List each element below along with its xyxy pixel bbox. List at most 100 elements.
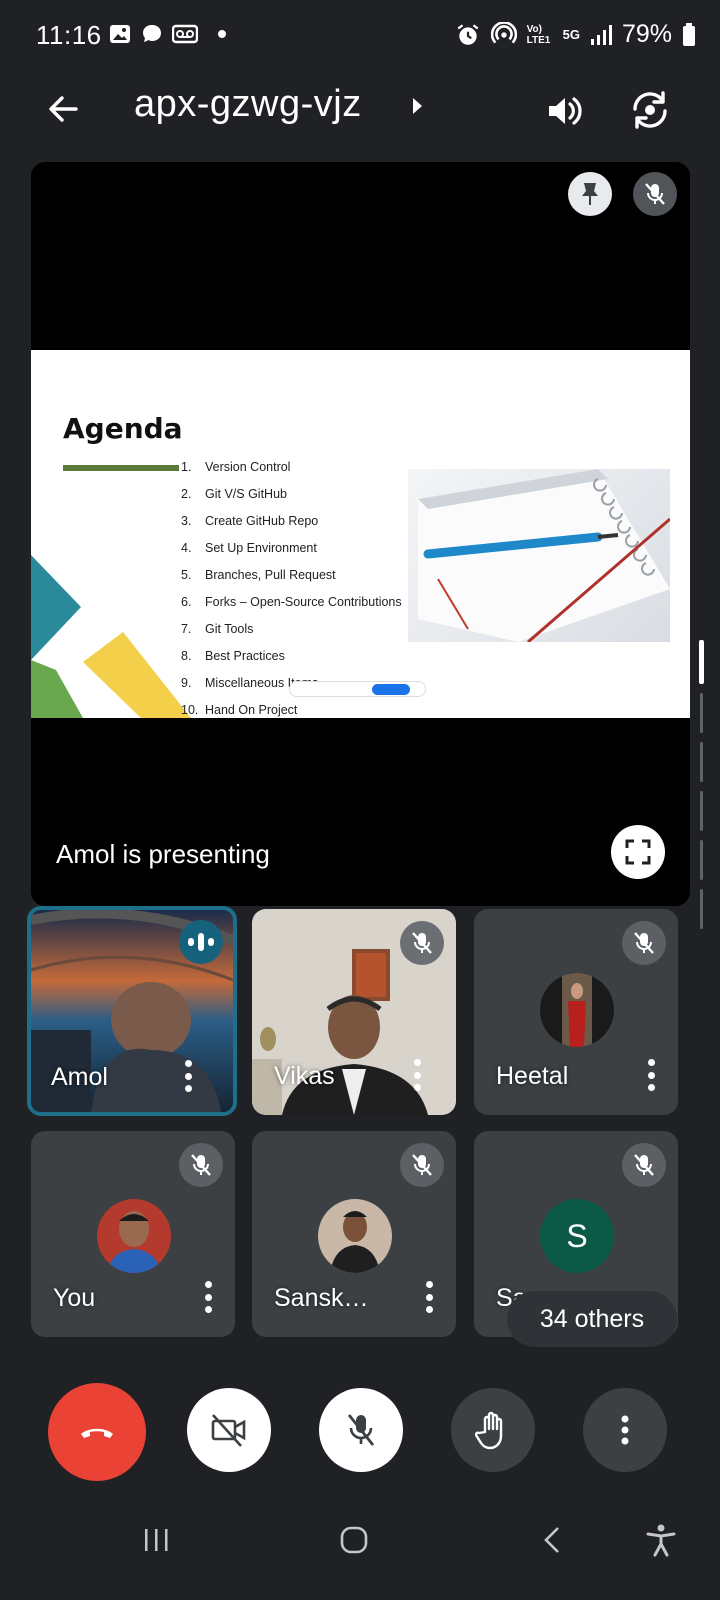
presenter-muted-indicator	[633, 172, 677, 216]
fullscreen-button[interactable]	[611, 825, 665, 879]
speaking-indicator	[179, 920, 223, 964]
raise-hand-icon	[475, 1411, 503, 1450]
camera-off-icon	[211, 1414, 246, 1447]
switch-camera-icon	[633, 91, 667, 129]
volte-icon: Vo) LTE1	[526, 23, 551, 46]
embedded-notification-button	[372, 684, 410, 695]
page-scroll-indicator[interactable]	[698, 640, 704, 938]
accessibility-icon	[646, 1524, 676, 1557]
participant-name: You	[53, 1284, 96, 1312]
battery-icon	[683, 22, 695, 46]
participant-tile-sansk[interactable]: Sansk…	[252, 1131, 456, 1337]
camera-toggle-button[interactable]	[187, 1388, 271, 1472]
agenda-item: 10. Hand On Project	[181, 697, 402, 718]
agenda-item: 1. Version Control	[181, 454, 402, 481]
agenda-number: 8.	[181, 649, 192, 663]
recent-apps-button[interactable]	[142, 1527, 172, 1558]
arrow-left-icon	[49, 96, 78, 122]
agenda-text: Hand On Project	[205, 703, 298, 717]
scroll-segment	[699, 791, 703, 831]
agenda-text: Branches, Pull Request	[205, 568, 336, 582]
mic-off-icon	[634, 1154, 654, 1176]
agenda-item: 5. Branches, Pull Request	[181, 562, 402, 589]
participant-tile-vikas[interactable]: Vikas	[252, 909, 456, 1115]
microphone-toggle-button[interactable]	[319, 1388, 403, 1472]
agenda-number: 6.	[181, 595, 192, 609]
shared-slide: Agenda 1. Version Control 2. Git V/S GitHu…	[31, 350, 690, 718]
participant-tile-heetal[interactable]: Heetal	[474, 909, 678, 1115]
pin-button[interactable]	[568, 172, 612, 216]
agenda-item: 6. Forks – Open-Source Contributions	[181, 589, 402, 616]
home-button[interactable]	[339, 1525, 369, 1560]
agenda-list: 1. Version Control 2. Git V/S GitHub 3. Cre…	[181, 454, 402, 718]
agenda-item: 7. Git Tools	[181, 616, 402, 643]
speaker-button[interactable]	[543, 89, 587, 133]
meeting-code[interactable]: apx-gzwg-vjz	[134, 83, 362, 126]
presenting-label: Amol is presenting	[56, 839, 270, 869]
slide-title: Agenda	[63, 412, 183, 445]
accessibility-button[interactable]	[644, 1523, 678, 1562]
agenda-item: 8. Best Practices	[181, 643, 402, 670]
agenda-text: Set Up Environment	[205, 541, 317, 555]
status-right-icons: Vo) LTE1 5G 79%	[455, 20, 696, 49]
participant-muted-indicator	[179, 1143, 223, 1187]
participant-more-button[interactable]	[646, 1059, 656, 1091]
avatar-initial: S	[566, 1217, 588, 1254]
agenda-number: 4.	[181, 541, 192, 555]
participant-muted-indicator	[622, 1143, 666, 1187]
participant-more-button[interactable]	[412, 1059, 422, 1091]
agenda-text: Forks – Open-Source Contributions	[205, 595, 402, 609]
agenda-number: 2.	[181, 487, 192, 501]
back-nav-button[interactable]	[540, 1525, 564, 1560]
agenda-number: 5.	[181, 568, 192, 582]
agenda-text: Version Control	[205, 460, 291, 474]
mic-off-icon	[191, 1154, 211, 1176]
meeting-header: apx-gzwg-vjz	[0, 75, 720, 145]
switch-camera-button[interactable]	[627, 87, 673, 133]
recent-apps-icon	[145, 1529, 168, 1551]
participant-name: Sansk…	[274, 1284, 369, 1312]
scroll-segment	[699, 742, 703, 782]
speaker-icon	[549, 97, 582, 125]
end-call-button[interactable]	[48, 1383, 146, 1481]
voicemail-icon	[172, 24, 198, 44]
participant-muted-indicator	[400, 1143, 444, 1187]
signal-icon	[590, 24, 612, 45]
participant-tile-amol[interactable]: Amol	[27, 906, 237, 1116]
gallery-icon	[110, 25, 130, 43]
more-options-button[interactable]	[583, 1388, 667, 1472]
agenda-text: Git Tools	[205, 622, 254, 636]
scroll-segment	[699, 693, 703, 733]
agenda-text: Git V/S GitHub	[205, 487, 287, 501]
participant-muted-indicator	[400, 921, 444, 965]
dot-icon	[218, 30, 226, 38]
caret-right-icon[interactable]	[410, 95, 426, 117]
participant-more-button[interactable]	[183, 1060, 193, 1092]
participant-tile-you[interactable]: You	[31, 1131, 235, 1337]
scroll-segment	[699, 889, 703, 929]
notebook-pen-image	[408, 469, 670, 642]
alarm-icon	[457, 23, 479, 45]
call-controls	[0, 1383, 720, 1488]
presentation-stage[interactable]: Agenda 1. Version Control 2. Git V/S GitHu…	[31, 162, 690, 906]
agenda-item: 3. Create GitHub Repo	[181, 508, 402, 535]
mic-off-icon	[645, 183, 665, 205]
scroll-segment	[699, 840, 703, 880]
participant-more-button[interactable]	[424, 1281, 434, 1313]
raise-hand-button[interactable]	[451, 1388, 535, 1472]
back-button[interactable]	[42, 87, 86, 131]
agenda-item: 2. Git V/S GitHub	[181, 481, 402, 508]
avatar: S	[540, 1199, 614, 1273]
participant-more-button[interactable]	[203, 1281, 213, 1313]
agenda-number: 3.	[181, 514, 192, 528]
agenda-number: 9.	[181, 676, 192, 690]
hang-up-icon	[81, 1428, 113, 1438]
status-left-icons	[108, 22, 226, 46]
participant-name: Amol	[51, 1063, 108, 1091]
agenda-text: Create GitHub Repo	[205, 514, 319, 528]
mic-off-icon	[412, 1154, 432, 1176]
avatar	[318, 1199, 392, 1273]
participant-name: Vikas	[274, 1062, 335, 1090]
others-count-button[interactable]: 34 others	[507, 1291, 677, 1347]
chat-bubble-icon	[143, 25, 161, 42]
